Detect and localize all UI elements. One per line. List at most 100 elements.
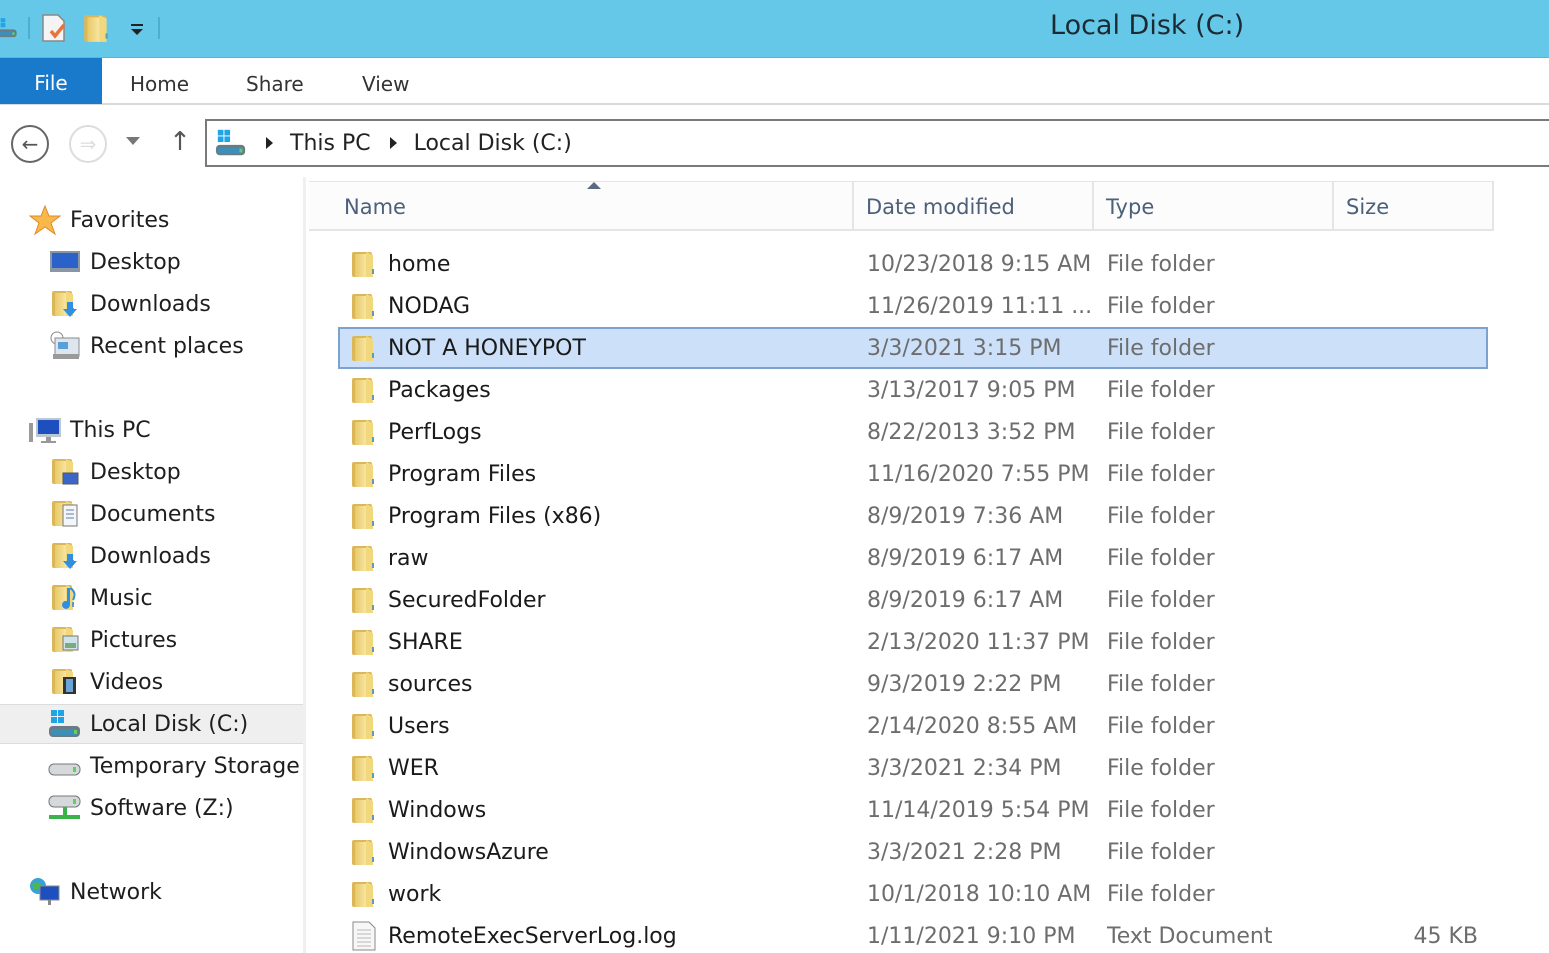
- folder-icon: [350, 249, 378, 279]
- file-date-modified: 2/14/2020 8:55 AM: [867, 713, 1078, 739]
- drive-icon[interactable]: [0, 13, 18, 43]
- sidebar-label: Favorites: [70, 207, 170, 233]
- folder-icon: [350, 333, 378, 363]
- sort-ascending-icon: [587, 182, 601, 189]
- file-type: File folder: [1107, 881, 1215, 907]
- file-row[interactable]: sources 9/3/2019 2:22 PM File folder: [338, 663, 1488, 705]
- tab-home[interactable]: Home: [130, 58, 189, 104]
- file-name: NODAG: [388, 293, 471, 319]
- file-name-cell: WindowsAzure: [350, 837, 549, 867]
- sidebar-item-documents[interactable]: Documents: [48, 494, 215, 534]
- sidebar-item-music[interactable]: Music: [48, 578, 153, 618]
- file-name-cell: Program Files: [350, 459, 536, 489]
- address-bar[interactable]: This PC Local Disk (C:): [205, 119, 1549, 167]
- properties-icon[interactable]: [40, 12, 70, 44]
- file-name: Program Files (x86): [388, 503, 602, 529]
- file-row[interactable]: Program Files 11/16/2020 7:55 PM File fo…: [338, 453, 1488, 495]
- sidebar-label: Desktop: [90, 249, 181, 275]
- breadcrumb-this-pc[interactable]: This PC: [290, 131, 371, 156]
- sidebar-item-desktop[interactable]: Desktop: [48, 452, 181, 492]
- sidebar-item-favorites-desktop[interactable]: Desktop: [48, 242, 181, 282]
- sidebar-item-downloads[interactable]: Downloads: [48, 536, 211, 576]
- sidebar-item-local-disk-c[interactable]: Local Disk (C:): [0, 704, 303, 744]
- column-header-date[interactable]: Date modified: [854, 182, 1094, 230]
- tab-share[interactable]: Share: [246, 58, 304, 104]
- customize-qat-icon[interactable]: [126, 18, 148, 38]
- file-date-modified: 3/3/2021 3:15 PM: [867, 335, 1062, 361]
- file-type: File folder: [1107, 797, 1215, 823]
- file-row[interactable]: NODAG 11/26/2019 11:11 ... File folder: [338, 285, 1488, 327]
- file-name: work: [388, 881, 442, 907]
- downloads-folder-icon: [48, 288, 82, 320]
- file-type: File folder: [1107, 671, 1215, 697]
- recent-locations-dropdown[interactable]: [126, 137, 140, 145]
- sidebar-item-pictures[interactable]: Pictures: [48, 620, 177, 660]
- file-type: File folder: [1107, 755, 1215, 781]
- sidebar-label: Network: [70, 879, 162, 905]
- breadcrumb: This PC Local Disk (C:): [215, 121, 572, 165]
- sidebar-item-videos[interactable]: Videos: [48, 662, 163, 702]
- sidebar-label: Documents: [90, 501, 216, 527]
- file-type: File folder: [1107, 713, 1215, 739]
- file-type: File folder: [1107, 251, 1215, 277]
- file-row[interactable]: Program Files (x86) 8/9/2019 7:36 AM Fil…: [338, 495, 1488, 537]
- file-name: RemoteExecServerLog.log: [388, 923, 677, 949]
- file-row[interactable]: RemoteExecServerLog.log 1/11/2021 9:10 P…: [338, 915, 1488, 953]
- file-row[interactable]: home 10/23/2018 9:15 AM File folder: [338, 243, 1488, 285]
- file-row[interactable]: WindowsAzure 3/3/2021 2:28 PM File folde…: [338, 831, 1488, 873]
- file-row[interactable]: NOT A HONEYPOT 3/3/2021 3:15 PM File fol…: [338, 327, 1488, 369]
- sidebar-label: Software (Z:): [90, 795, 234, 821]
- network-drive-icon: [48, 792, 82, 824]
- breadcrumb-chevron-icon[interactable]: [389, 137, 397, 149]
- file-row[interactable]: raw 8/9/2019 6:17 AM File folder: [338, 537, 1488, 579]
- back-button[interactable]: ←: [11, 125, 49, 163]
- file-name-cell: NOT A HONEYPOT: [350, 333, 586, 363]
- new-folder-icon[interactable]: [82, 12, 112, 44]
- file-row[interactable]: SHARE 2/13/2020 11:37 PM File folder: [338, 621, 1488, 663]
- sidebar-item-favorites-downloads[interactable]: Downloads: [48, 284, 211, 324]
- file-name-cell: RemoteExecServerLog.log: [350, 921, 677, 951]
- file-row[interactable]: work 10/1/2018 10:10 AM File folder: [338, 873, 1488, 915]
- sidebar-item-network[interactable]: Network: [28, 872, 162, 912]
- file-date-modified: 8/9/2019 6:17 AM: [867, 587, 1064, 613]
- file-name: Program Files: [388, 461, 537, 487]
- folder-icon: [350, 795, 378, 825]
- file-name: SecuredFolder: [388, 587, 546, 613]
- sidebar-item-this-pc[interactable]: This PC: [28, 410, 151, 450]
- column-header-type[interactable]: Type: [1094, 182, 1334, 230]
- file-date-modified: 3/13/2017 9:05 PM: [867, 377, 1076, 403]
- folder-icon: [350, 543, 378, 573]
- file-row[interactable]: Packages 3/13/2017 9:05 PM File folder: [338, 369, 1488, 411]
- column-header-size[interactable]: Size: [1334, 182, 1494, 230]
- forward-button[interactable]: ⇒: [69, 125, 107, 163]
- quick-access-toolbar: [0, 8, 170, 48]
- sidebar-item-temporary-storage[interactable]: Temporary Storage (D:): [48, 746, 303, 786]
- file-row[interactable]: Windows 11/14/2019 5:54 PM File folder: [338, 789, 1488, 831]
- file-name-cell: Windows: [350, 795, 486, 825]
- column-header-name[interactable]: Name: [309, 182, 854, 230]
- tab-file[interactable]: File: [0, 58, 102, 104]
- arrow-left-icon: ←: [21, 132, 39, 156]
- folder-icon: [350, 879, 378, 909]
- breadcrumb-local-disk[interactable]: Local Disk (C:): [414, 131, 572, 156]
- file-date-modified: 11/26/2019 11:11 ...: [867, 293, 1093, 319]
- tab-view[interactable]: View: [362, 58, 409, 104]
- file-row[interactable]: Users 2/14/2020 8:55 AM File folder: [338, 705, 1488, 747]
- file-name: Users: [388, 713, 450, 739]
- sidebar-item-software-z[interactable]: Software (Z:): [48, 788, 234, 828]
- file-name: home: [388, 251, 451, 277]
- column-header-row: Name Date modified Type Size: [309, 181, 1494, 231]
- file-row[interactable]: PerfLogs 8/22/2013 3:52 PM File folder: [338, 411, 1488, 453]
- sidebar-item-recent-places[interactable]: Recent places: [48, 326, 244, 366]
- sidebar-item-favorites[interactable]: Favorites: [28, 200, 169, 240]
- file-type: Text Document: [1107, 923, 1273, 949]
- up-button[interactable]: ↑: [168, 127, 192, 157]
- file-name-cell: SecuredFolder: [350, 585, 546, 615]
- recent-places-icon: [48, 330, 82, 362]
- file-list-view: Name Date modified Type Size home 10/23/…: [309, 177, 1549, 953]
- file-row[interactable]: WER 3/3/2021 2:34 PM File folder: [338, 747, 1488, 789]
- file-name-cell: Packages: [350, 375, 491, 405]
- file-row[interactable]: SecuredFolder 8/9/2019 6:17 AM File fold…: [338, 579, 1488, 621]
- file-date-modified: 1/11/2021 9:10 PM: [867, 923, 1076, 949]
- breadcrumb-chevron-icon[interactable]: [266, 137, 273, 149]
